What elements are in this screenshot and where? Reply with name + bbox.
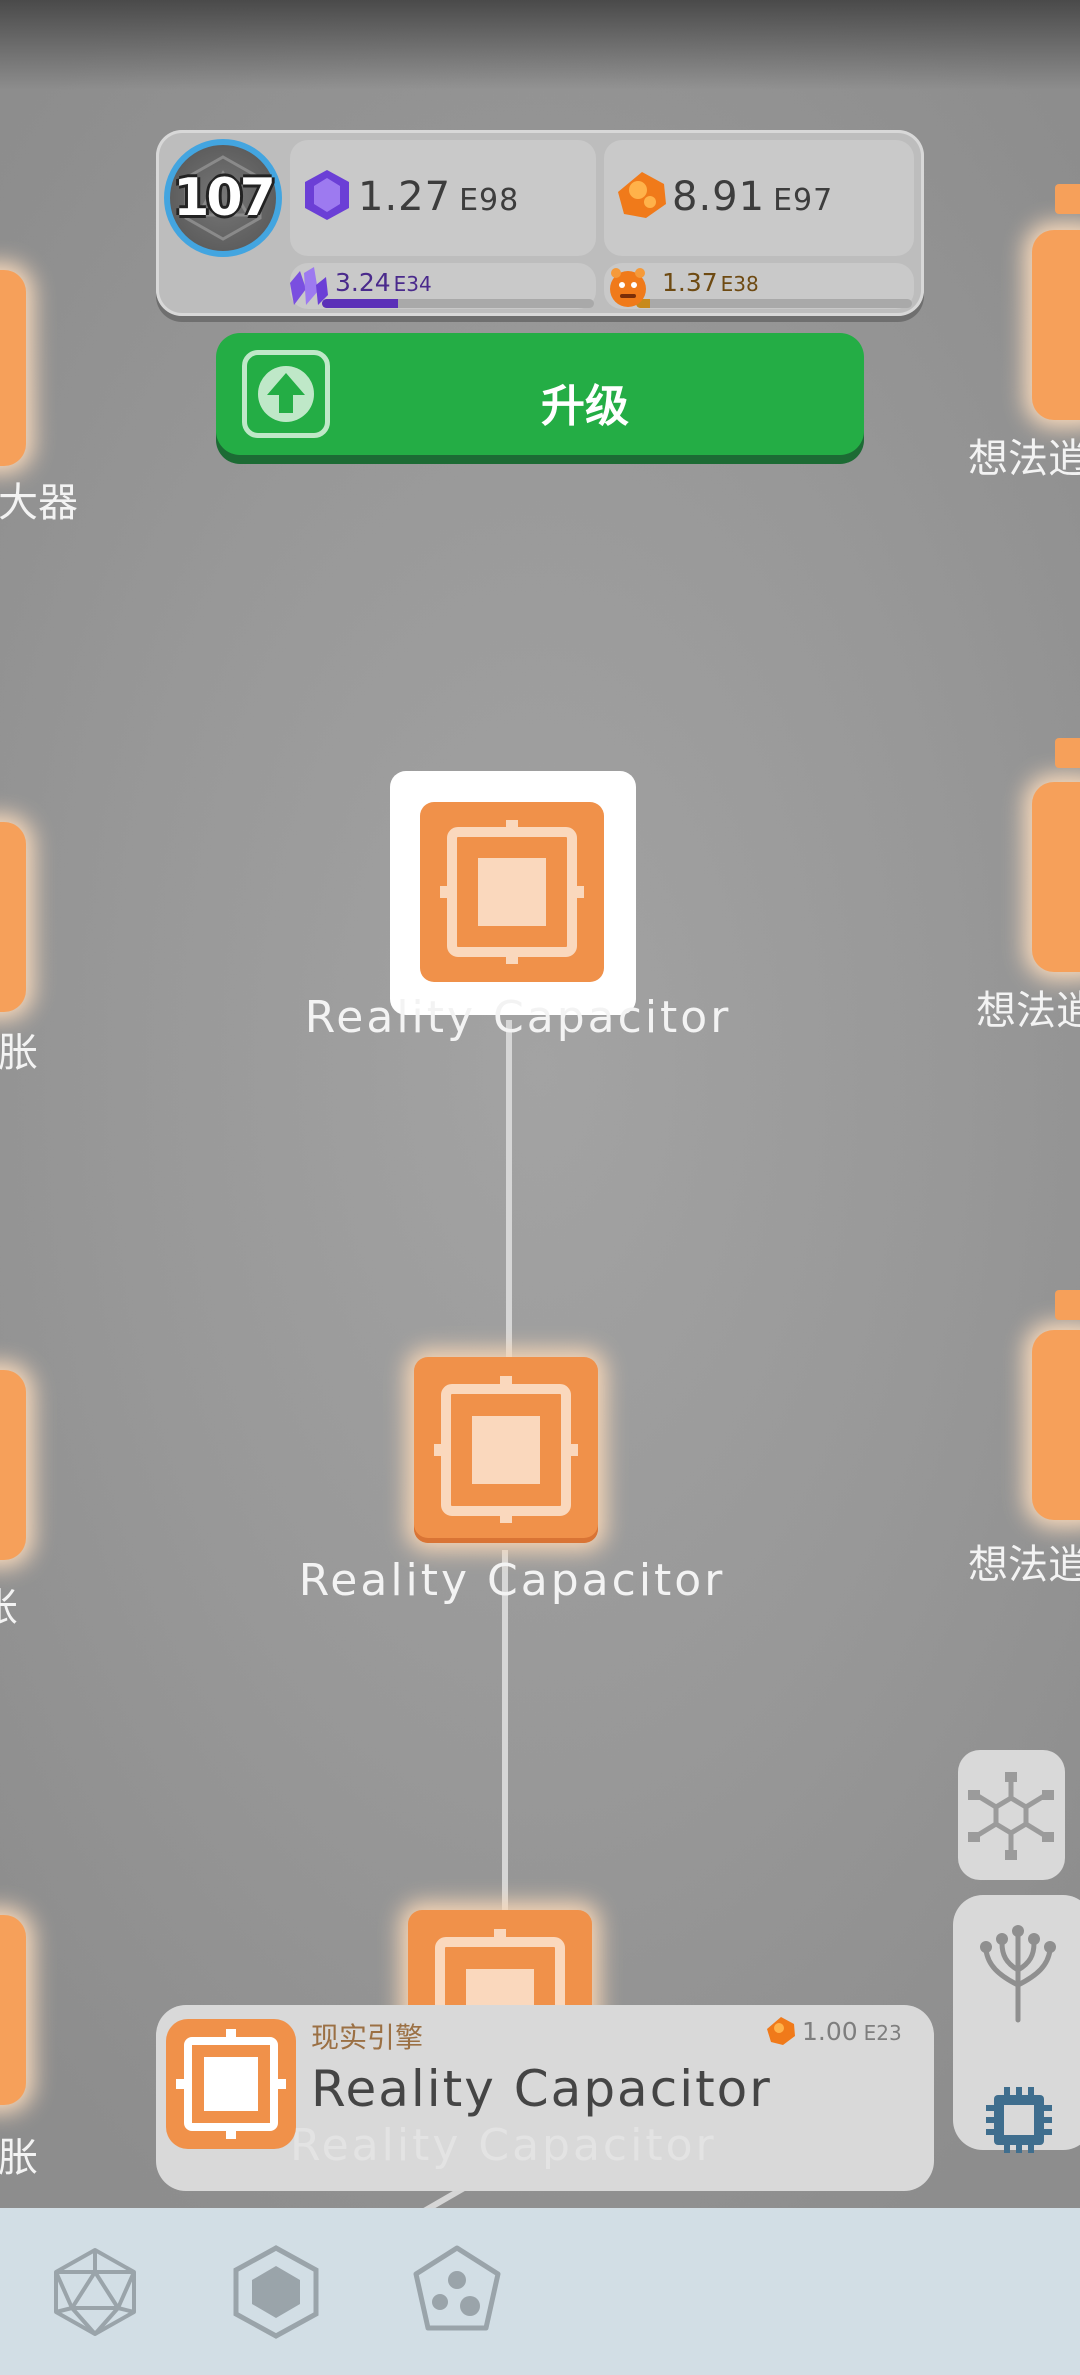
ore-rate-mantissa: 1.37 — [662, 268, 718, 297]
side-node-marker — [1055, 738, 1080, 768]
node-label-ghost: Reality Capacitor — [290, 2120, 717, 2171]
ore-amount: 8.91 E97 — [672, 174, 833, 220]
reality-capacitor-node[interactable] — [420, 802, 604, 982]
tree-connector-line — [506, 1020, 512, 1360]
tech-tree-icon[interactable] — [968, 1915, 1068, 2029]
side-node-tile[interactable] — [1032, 230, 1080, 420]
network-button[interactable] — [958, 1750, 1065, 1880]
capacitor-chip-icon — [434, 1376, 578, 1523]
crystal-rate: 3.24 E34 — [335, 268, 432, 297]
side-node-marker — [1055, 184, 1080, 214]
side-node-label: 胀 — [0, 1030, 38, 1076]
side-node-tile[interactable] — [0, 270, 26, 466]
purple-crystal-icon — [302, 168, 352, 226]
orange-ore-icon — [616, 170, 668, 224]
ore-rate: 1.37 E38 — [662, 268, 759, 297]
top-shade — [0, 0, 1080, 90]
reality-capacitor-node[interactable] — [414, 1357, 598, 1543]
side-node-label: 胀 — [0, 2135, 38, 2181]
crystal-rate-bar-fill — [322, 299, 399, 308]
side-node-label: 想法逍 — [976, 988, 1080, 1034]
ore-rate-bar-track — [636, 299, 912, 308]
crystal-exponent: E98 — [459, 183, 520, 218]
node-label: Reality Capacitor — [298, 1555, 726, 1606]
hexagon-icon[interactable] — [232, 2244, 320, 2344]
crystal-mantissa: 1.27 — [358, 174, 452, 220]
side-node-tile[interactable] — [0, 1915, 26, 2105]
side-node-tile[interactable] — [0, 822, 26, 1012]
ore-creature-icon — [606, 263, 650, 313]
chip-icon[interactable] — [984, 2085, 1054, 2159]
info-cost-mantissa: 1.00 — [802, 2017, 858, 2046]
ore-rate-exponent: E38 — [720, 272, 759, 296]
capacitor-chip-icon — [440, 820, 584, 964]
crystal-cluster-icon — [284, 265, 330, 311]
side-node-label: 胀 — [0, 1575, 18, 1633]
info-card-title: Reality Capacitor — [311, 2060, 772, 2118]
ore-exponent: E97 — [773, 183, 834, 218]
dice-blob-icon[interactable] — [410, 2244, 504, 2340]
info-card-subtitle: 现实引擎 — [311, 2021, 424, 2054]
crystal-rate-mantissa: 3.24 — [335, 268, 391, 297]
side-node-tile[interactable] — [0, 1370, 26, 1560]
reality-capacitor-icon — [166, 2019, 296, 2149]
side-node-label: 想法逍 — [968, 436, 1080, 482]
crystal-rate-bar-track — [322, 299, 594, 308]
info-cost-exponent: E23 — [863, 2021, 902, 2045]
side-node-marker — [1055, 1290, 1080, 1320]
side-node-tile[interactable] — [1032, 1330, 1080, 1520]
side-node-label: 想法逍 — [968, 1542, 1080, 1588]
bottom-nav — [0, 2208, 1080, 2375]
crystal-rate-exponent: E34 — [393, 272, 432, 296]
crystal-amount: 1.27 E98 — [358, 174, 519, 220]
upgrade-label: 升级 — [541, 381, 629, 432]
player-level: 107 — [173, 168, 276, 228]
side-node-label: 大器 — [0, 480, 78, 526]
icosahedron-icon[interactable] — [52, 2246, 138, 2342]
node-label: Reality Capacitor — [304, 992, 732, 1043]
ore-mantissa: 8.91 — [672, 174, 766, 220]
ore-cost-icon — [766, 2016, 796, 2050]
network-hub-icon — [968, 1772, 1054, 1860]
info-card-cost: 1.00 E23 — [802, 2017, 902, 2046]
arrow-up-icon — [242, 350, 330, 438]
side-node-tile[interactable] — [1032, 782, 1080, 972]
